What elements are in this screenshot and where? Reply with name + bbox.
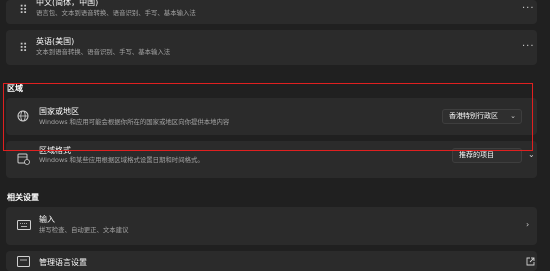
language-features: 文本到语音转换、语音识别、手写、基本输入法 [36, 48, 171, 56]
chevron-right-icon: › [526, 220, 530, 229]
country-select[interactable]: 香港特别行政区 ⌄ [442, 109, 522, 124]
input-description: 拼写检查、自动更正、文本建议 [39, 226, 129, 234]
admin-language-icon [17, 256, 30, 267]
country-region-card: 国家或地区 Windows 和应用可能会根据你所在的国家或地区向你提供本地内容 … [6, 98, 537, 135]
input-title: 输入 [39, 215, 55, 224]
language-card-chinese[interactable]: ⠿ 中文(简体，中国) 语言包、文本到语音转换、语音识别、手写、基本输入法 ··… [6, 0, 537, 24]
input-settings-card[interactable]: 输入 拼写检查、自动更正、文本建议 › [6, 207, 537, 245]
language-features: 语言包、文本到语音转换、语音识别、手写、基本输入法 [36, 9, 196, 17]
country-selected-value: 香港特别行政区 [449, 112, 498, 120]
country-title: 国家或地区 [39, 107, 79, 116]
format-title: 区域格式 [39, 146, 71, 155]
external-link-icon[interactable] [526, 257, 535, 266]
globe-icon [17, 110, 29, 122]
more-options-button[interactable]: ··· [522, 42, 535, 52]
language-card-english[interactable]: ⠿ 英语(美国) 文本到语音转换、语音识别、手写、基本输入法 ··· [6, 30, 537, 65]
keyboard-icon [17, 220, 31, 230]
format-description: Windows 和某些应用根据区域格式设置日期和时间格式。 [39, 156, 204, 164]
regional-format-card[interactable]: 区域格式 Windows 和某些应用根据区域格式设置日期和时间格式。 推荐的项目… [6, 141, 537, 178]
calendar-globe-icon [17, 153, 30, 165]
related-settings-heading: 相关设置 [7, 193, 39, 202]
admin-language-title: 管理语言设置 [39, 258, 87, 267]
chevron-down-icon: ⌄ [510, 112, 516, 120]
drag-handle-icon[interactable]: ⠿ [19, 4, 28, 16]
more-options-button[interactable]: ··· [522, 4, 535, 14]
country-description: Windows 和应用可能会根据你所在的国家或地区向你提供本地内容 [39, 118, 230, 126]
language-title: 英语(美国) [36, 37, 75, 46]
drag-handle-icon[interactable]: ⠿ [19, 42, 28, 54]
format-selected-value: 推荐的项目 [459, 151, 494, 159]
expand-chevron-icon[interactable]: ⌄ [528, 150, 535, 160]
region-section-heading: 区域 [7, 84, 23, 93]
language-title: 中文(简体，中国) [36, 0, 99, 7]
format-select[interactable]: 推荐的项目 [452, 148, 522, 163]
admin-language-card[interactable]: 管理语言设置 [6, 251, 537, 271]
